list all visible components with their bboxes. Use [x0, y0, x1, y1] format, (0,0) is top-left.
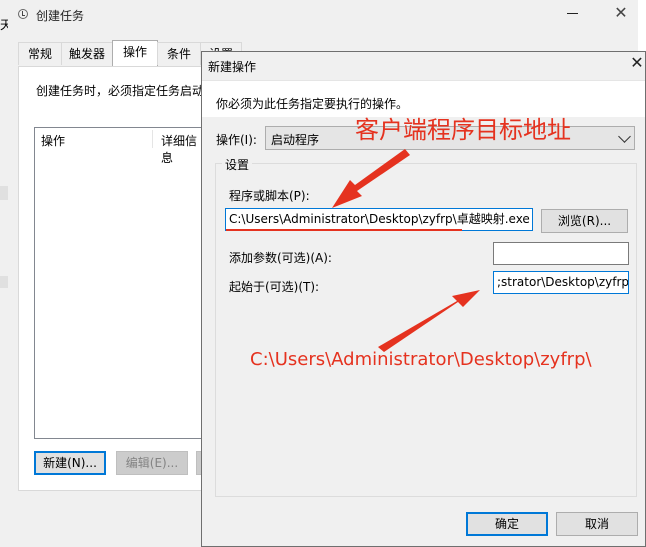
annotation-arrow-to-start-in	[378, 290, 480, 352]
annotation-arrow-to-program	[332, 149, 410, 208]
annotation-arrows	[332, 149, 480, 352]
